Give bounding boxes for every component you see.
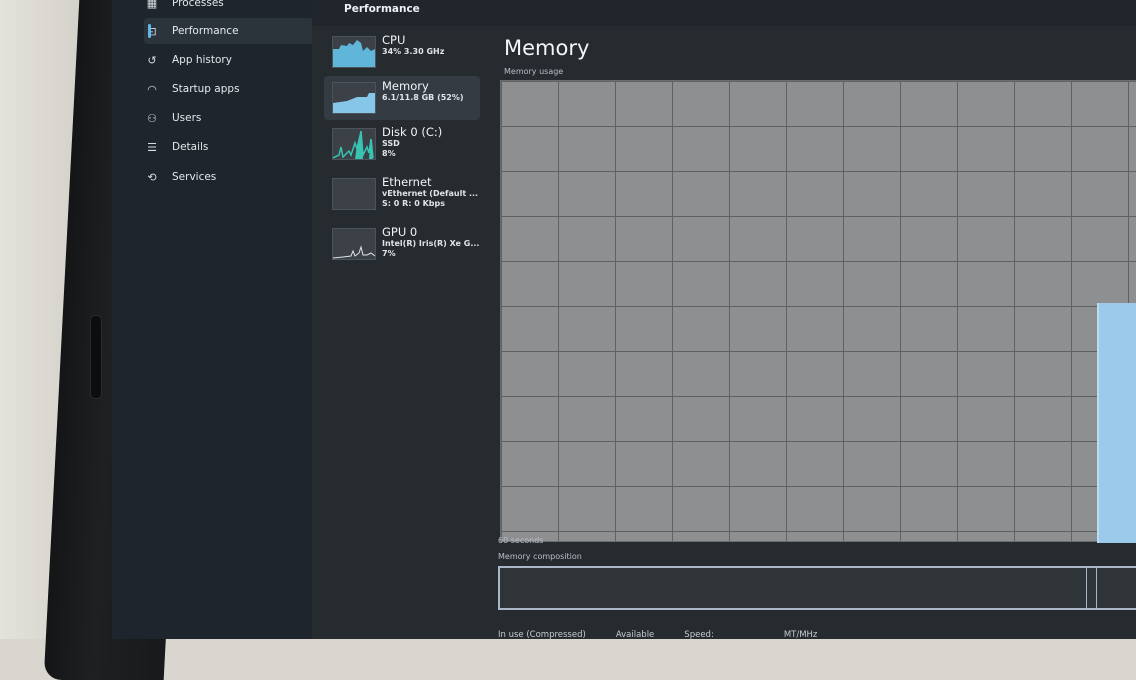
sidebar-item-label: App history (172, 54, 232, 66)
device-detail: Intel(R) Iris(R) Xe G... (382, 239, 480, 248)
detail-title: Memory (504, 36, 590, 60)
device-detail: SSD (382, 139, 400, 148)
list-icon: ☰ (147, 140, 157, 154)
device-list: CPU 34% 3.30 GHz Memory 6.1/11.8 GB (52%… (312, 26, 492, 639)
memory-usage-fill (1097, 303, 1136, 543)
sidebar-item-services[interactable]: ⟲ Services (144, 164, 314, 190)
in-use-label: In use (Compressed) (498, 630, 586, 639)
device-name: CPU (382, 33, 406, 47)
device-usage: 7% (382, 249, 396, 258)
page-title: Performance (344, 3, 420, 15)
memory-composition-bar (498, 566, 1136, 610)
sidebar-item-label: Users (172, 112, 202, 124)
device-usage: 8% (382, 149, 396, 158)
disk-thumbnail-graph (332, 128, 376, 160)
composition-label: Memory composition (498, 552, 582, 561)
sidebar-nav: ▦ Processes ⊡ Performance ↺ App history … (112, 0, 314, 639)
composition-divider (1096, 568, 1097, 608)
device-name: Memory (382, 79, 429, 93)
device-detail: vEthernet (Default ... (382, 189, 479, 198)
startup-icon: ◠ (147, 82, 157, 96)
sidebar-item-startup-apps[interactable]: ◠ Startup apps (144, 76, 314, 102)
sidebar-item-details[interactable]: ☰ Details (144, 134, 314, 160)
device-item-ethernet[interactable]: Ethernet vEthernet (Default ... S: 0 R: … (324, 172, 480, 216)
device-item-gpu[interactable]: GPU 0 Intel(R) Iris(R) Xe G... 7% (324, 222, 480, 266)
performance-icon: ⊡ (147, 24, 157, 38)
grid-icon: ▦ (146, 0, 158, 10)
sidebar-item-processes[interactable]: ▦ Processes (144, 0, 314, 16)
ethernet-thumbnail-graph (332, 178, 376, 210)
memory-detail-pane: Memory Memory usage 60 seconds Memory co… (498, 26, 1136, 639)
sidebar-item-label: Startup apps (172, 83, 240, 95)
sidebar-item-label: Services (172, 171, 217, 183)
services-icon: ⟲ (147, 170, 157, 184)
sidebar-item-label: Performance (172, 25, 239, 37)
device-item-memory[interactable]: Memory 6.1/11.8 GB (52%) (324, 76, 480, 120)
composition-divider (1086, 568, 1087, 608)
memory-thumbnail-graph (332, 82, 376, 114)
available-label: Available (615, 630, 655, 639)
memory-usage-label: Memory usage (504, 67, 564, 76)
gpu-thumbnail-graph (332, 228, 376, 260)
device-name: Ethernet (382, 175, 432, 189)
time-span-label: 60 seconds (498, 536, 544, 545)
sidebar-item-label: Processes (172, 0, 224, 9)
sidebar-item-label: Details (172, 141, 209, 153)
task-manager-window: ▦ Processes ⊡ Performance ↺ App history … (112, 0, 1136, 639)
sidebar-item-app-history[interactable]: ↺ App history (144, 47, 314, 73)
cpu-thumbnail-graph (332, 36, 376, 68)
device-name: GPU 0 (382, 225, 418, 239)
device-detail: 34% 3.30 GHz (382, 47, 445, 56)
device-throughput: S: 0 R: 0 Kbps (382, 199, 446, 208)
memory-stats-row: In use (Compressed) Available Speed: MT/… (498, 630, 817, 639)
main-panel: Performance CPU 34% 3.30 GHz Memory 6.1/… (312, 0, 1136, 639)
sidebar-item-users[interactable]: ⚇ Users (144, 105, 314, 131)
device-item-cpu[interactable]: CPU 34% 3.30 GHz (324, 30, 480, 74)
device-detail: 6.1/11.8 GB (52%) (382, 93, 464, 102)
device-item-disk[interactable]: Disk 0 (C:) SSD 8% (324, 122, 480, 166)
device-name: Disk 0 (C:) (382, 125, 443, 139)
users-icon: ⚇ (147, 111, 157, 125)
speed-unit-label: MT/MHz (783, 630, 818, 639)
memory-usage-graph (500, 80, 1136, 543)
bezel-edge (90, 315, 102, 399)
sidebar-item-performance[interactable]: ⊡ Performance (144, 18, 314, 44)
header-bar: Performance (312, 0, 1136, 26)
speed-label: Speed: (684, 630, 714, 639)
history-icon: ↺ (147, 53, 157, 67)
